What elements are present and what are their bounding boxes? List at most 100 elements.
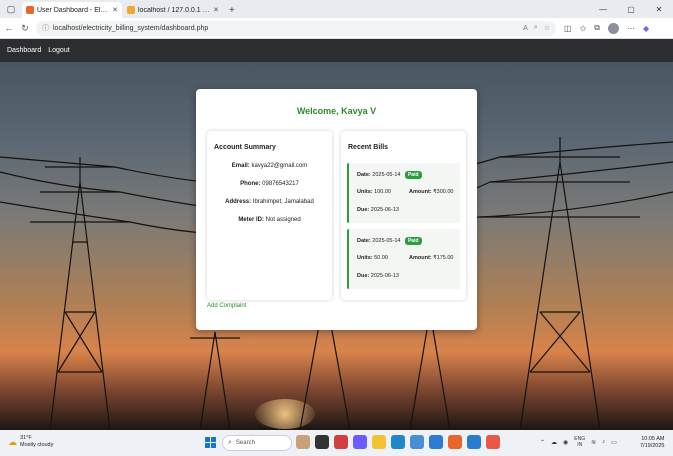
read-aloud-icon[interactable]: A	[523, 25, 528, 32]
weather-desc: Mostly cloudy	[20, 442, 54, 448]
new-tab-icon[interactable]: +	[224, 2, 240, 18]
chevron-up-icon[interactable]: ⌃	[540, 439, 545, 446]
nav-dashboard-link[interactable]: Dashboard	[7, 47, 41, 54]
onedrive-icon[interactable]: ☁	[551, 439, 557, 446]
meter-row: Meter ID: Not assigned	[207, 217, 332, 223]
store-icon[interactable]	[410, 435, 424, 449]
xampp-icon[interactable]	[448, 435, 462, 449]
bill-units: 50.00	[374, 255, 388, 261]
tab-favicon-icon	[26, 6, 34, 14]
bill-card: Date: 2025-05-14 Paid Units: 50.00 Amoun…	[347, 229, 460, 289]
page-viewport: Dashboard Logout Welcome, Kavya V Accoun…	[0, 39, 673, 430]
search-icon: ⌕	[228, 439, 232, 446]
region-code: IN	[577, 442, 583, 448]
tab-user-dashboard[interactable]: User Dashboard - Electricity Bill M ✕	[22, 2, 122, 18]
url-field[interactable]: ⓘ localhost/electricity_billing_system/d…	[36, 20, 556, 36]
bill-card: Date: 2025-05-14 Paid Units: 100.00 Amou…	[347, 163, 460, 223]
email-row: Email: kavya22@gmail.com	[207, 163, 332, 169]
due-label: Due:	[357, 207, 370, 213]
reload-icon[interactable]: ↻	[18, 23, 32, 34]
recent-bills-heading: Recent Bills	[348, 144, 389, 151]
media-app-icon[interactable]	[334, 435, 348, 449]
copilot-app-icon[interactable]	[353, 435, 367, 449]
phone-label: Phone:	[240, 181, 261, 187]
address-value: Ibrahimpet, Jamalabad	[252, 199, 314, 205]
address-label: Address:	[225, 199, 252, 205]
add-complaint-link[interactable]: Add Complaint	[207, 303, 246, 309]
more-menu-icon[interactable]: ⋯	[627, 24, 635, 33]
file-explorer-icon[interactable]	[372, 435, 386, 449]
tab-close-icon[interactable]: ✕	[213, 6, 219, 14]
url-text: localhost/electricity_billing_system/das…	[53, 24, 209, 32]
chrome-icon[interactable]	[486, 435, 500, 449]
account-summary-panel: Account Summary Email: kavya22@gmail.com…	[207, 131, 332, 300]
clock-time: 10:05 AM	[641, 436, 665, 442]
browser-menu-icon[interactable]: ▢	[0, 0, 22, 18]
email-label: Email:	[231, 163, 250, 169]
search-placeholder: Search	[235, 440, 255, 446]
start-button[interactable]	[205, 437, 216, 448]
maximize-icon[interactable]: ▢	[617, 5, 645, 14]
close-window-icon[interactable]: ✕	[645, 5, 673, 14]
favorites-icon[interactable]: ✩	[580, 24, 587, 33]
due-label: Due:	[357, 273, 370, 279]
bill-units-row: Units: 50.00	[357, 255, 388, 261]
volume-icon[interactable]: ♪	[602, 439, 605, 445]
system-tray: ⌃ ☁ ◉ ENG IN ≋ ♪ ▭	[540, 436, 623, 448]
split-screen-icon[interactable]: ◫	[564, 24, 572, 33]
date-label: Date:	[357, 238, 371, 244]
bill-due: 2025-06-13	[370, 273, 399, 279]
browser-tab-bar: ▢ User Dashboard - Electricity Bill M ✕ …	[0, 0, 673, 18]
bill-units-row: Units: 100.00	[357, 189, 391, 195]
units-label: Units:	[357, 189, 373, 195]
nav-logout-link[interactable]: Logout	[48, 47, 69, 54]
vscode-icon[interactable]	[467, 435, 481, 449]
language-indicator[interactable]: ENG IN	[574, 436, 585, 448]
bill-date: 2025-05-14	[372, 172, 401, 178]
weather-widget[interactable]: ☁ 31°F Mostly cloudy	[8, 435, 53, 449]
dashboard-card: Welcome, Kavya V Account Summary Email: …	[196, 89, 477, 330]
favorite-star-icon[interactable]: ☆	[544, 24, 550, 32]
address-bar-row: ← ↻ ⓘ localhost/electricity_billing_syst…	[0, 18, 673, 39]
bill-amount-row: Amount: ₹300.00	[409, 189, 453, 195]
widget-app-icon[interactable]	[296, 435, 310, 449]
collections-icon[interactable]: ⧉	[594, 23, 600, 33]
minimize-icon[interactable]: —	[589, 5, 617, 14]
taskbar-search[interactable]: ⌕ Search	[222, 435, 292, 451]
meter-label: Meter ID:	[238, 217, 264, 223]
bill-amount: ₹175.00	[433, 255, 454, 261]
copilot-icon[interactable]: ◆	[643, 24, 649, 33]
task-view-icon[interactable]	[315, 435, 329, 449]
phone-value: 09876543217	[262, 181, 299, 187]
tab-favicon-icon	[127, 6, 135, 14]
battery-icon[interactable]: ▭	[611, 439, 617, 446]
taskbar-apps	[296, 435, 505, 449]
account-summary-heading: Account Summary	[214, 144, 276, 151]
bill-date-row: Date: 2025-05-14 Paid	[357, 237, 422, 245]
status-badge: Paid	[404, 171, 422, 179]
tab-title: localhost / 127.0.0.1 / electricity_bil	[138, 6, 211, 14]
tray-app-icon[interactable]: ◉	[563, 439, 568, 446]
amount-label: Amount:	[409, 255, 432, 261]
zoom-icon[interactable]: ⌕	[534, 24, 538, 32]
bill-due-row: Due: 2025-06-13	[357, 207, 399, 213]
tab-phpmyadmin[interactable]: localhost / 127.0.0.1 / electricity_bil …	[123, 2, 223, 18]
bill-date-row: Date: 2025-05-14 Paid	[357, 171, 422, 179]
back-icon[interactable]: ←	[2, 23, 16, 33]
cloud-sun-icon: ☁	[8, 436, 17, 447]
phone-link-icon[interactable]	[429, 435, 443, 449]
status-badge: Paid	[404, 237, 422, 245]
bill-date: 2025-05-14	[372, 238, 401, 244]
profile-avatar[interactable]	[607, 22, 619, 34]
windows-taskbar: ☁ 31°F Mostly cloudy ⌕ Search ⌃ ☁ ◉ ENG …	[0, 430, 673, 456]
site-info-icon[interactable]: ⓘ	[42, 23, 49, 33]
wifi-icon[interactable]: ≋	[591, 439, 596, 446]
edge-browser-icon[interactable]	[391, 435, 405, 449]
tab-close-icon[interactable]: ✕	[112, 6, 118, 14]
address-row: Address: Ibrahimpet, Jamalabad	[207, 199, 332, 205]
email-value: kavya22@gmail.com	[251, 163, 308, 169]
clock[interactable]: 10:05 AM 7/19/2025	[640, 436, 664, 450]
bill-due-row: Due: 2025-06-13	[357, 273, 399, 279]
clock-date: 7/19/2025	[640, 443, 665, 449]
window-controls: — ▢ ✕	[589, 0, 673, 18]
